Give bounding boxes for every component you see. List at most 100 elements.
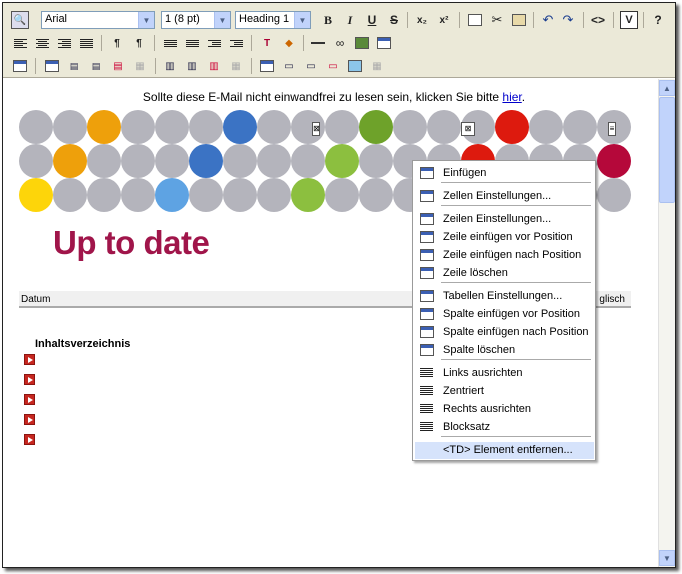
toc-bullet-icon[interactable] [24,394,35,405]
banner-circle [189,110,223,144]
superscript-button[interactable]: x² [435,11,453,29]
source-view-button[interactable]: <> [589,11,607,29]
insert-column-after-icon[interactable]: ▥ [183,57,201,75]
delete-cell-icon[interactable]: ▭ [324,57,342,75]
split-cell-icon[interactable]: ▦ [368,57,386,75]
editor-window: 🔍 Arial ▼ 1 (8 pt) ▼ Heading 1 ▼ B I U S x₂… [2,2,676,568]
table-icon[interactable] [375,34,393,52]
insert-row-before-icon[interactable]: ▤ [65,57,83,75]
underline-button[interactable]: U [363,11,381,29]
outdent-icon[interactable] [205,34,223,52]
banner-circle [19,110,53,144]
banner-circle [325,110,359,144]
table-resize-handle[interactable]: ⊠ [461,122,475,136]
context-menu-item[interactable]: Zentriert [415,383,594,400]
merge-cells-icon[interactable] [346,57,364,75]
insert-row-before-icon [420,230,436,244]
menu-separator [441,282,591,283]
font-name-select[interactable]: Arial ▼ [41,11,155,29]
preview-icon[interactable]: 🔍 [11,11,29,29]
subscript-button[interactable]: x₂ [413,11,431,29]
merge-columns-icon[interactable]: ▦ [227,57,245,75]
chevron-down-icon[interactable]: ▼ [294,12,310,28]
horizontal-rule-icon[interactable] [309,34,327,52]
bullet-list-icon[interactable] [183,34,201,52]
text-color-icon[interactable]: T [258,34,276,52]
banner-circle [87,144,121,178]
insert-cell-before-icon[interactable]: ▭ [280,57,298,75]
insert-row-after-icon [420,248,436,262]
undo-icon[interactable]: ↶ [539,11,557,29]
banner-circle [257,178,291,212]
context-menu-item[interactable]: Blocksatz [415,419,594,436]
align-center-icon[interactable] [33,34,51,52]
bold-button[interactable]: B [319,11,337,29]
context-menu-item[interactable]: Zeile einfügen nach Position [415,247,594,264]
context-menu: Einfügen Zellen Einstellungen... Zeilen Ei… [412,160,596,461]
toc-bullet-icon[interactable] [24,354,35,365]
toc-bullet-icon[interactable] [24,434,35,445]
align-left-icon[interactable] [11,34,29,52]
scroll-up-icon[interactable]: ▲ [659,80,675,96]
menu-separator [441,436,591,437]
context-menu-item[interactable]: <TD> Element entfernen... [415,442,594,459]
insert-row-after-icon[interactable]: ▤ [87,57,105,75]
highlight-icon[interactable]: ◆ [280,34,298,52]
context-menu-item[interactable]: Tabellen Einstellungen... [415,288,594,305]
table-resize-handle[interactable]: ≡ [608,122,616,136]
cell-properties-icon[interactable] [258,57,276,75]
ltr-icon[interactable]: ¶ [108,34,126,52]
rtl-icon[interactable]: ¶ [130,34,148,52]
cut-icon[interactable]: ✂ [488,11,506,29]
font-size-select[interactable]: 1 (8 pt) ▼ [161,11,231,29]
context-menu-item[interactable]: Zeilen Einstellungen... [415,211,594,228]
banner-circle [495,110,529,144]
insert-column-before-icon[interactable]: ▥ [161,57,179,75]
strikethrough-button[interactable]: S [385,11,403,29]
chevron-down-icon[interactable]: ▼ [138,12,154,28]
indent-icon[interactable] [227,34,245,52]
merge-rows-icon[interactable]: ▦ [131,57,149,75]
chevron-down-icon[interactable]: ▼ [214,12,230,28]
table-properties-icon[interactable] [11,57,29,75]
context-menu-item[interactable]: Links ausrichten [415,365,594,382]
numbered-list-icon[interactable] [161,34,179,52]
banner-circle [53,178,87,212]
align-right-icon[interactable] [55,34,73,52]
banner-circle [223,178,257,212]
context-menu-item[interactable]: Einfügen [415,165,594,182]
notice-link[interactable]: hier [502,90,521,104]
paste-icon[interactable] [510,11,528,29]
toc-bullet-icon[interactable] [24,374,35,385]
copy-icon[interactable] [466,11,484,29]
link-icon[interactable]: ∞ [331,34,349,52]
vertical-scrollbar[interactable]: ▲ ▼ [658,79,675,567]
justify-icon[interactable] [77,34,95,52]
italic-button[interactable]: I [341,11,359,29]
context-menu-item[interactable]: Rechts ausrichten [415,401,594,418]
font-name-value: Arial [45,13,68,25]
divider [35,58,36,74]
context-menu-item[interactable]: Spalte einfügen vor Position [415,306,594,323]
row-properties-icon[interactable] [43,57,61,75]
insert-cell-after-icon[interactable]: ▭ [302,57,320,75]
toc-bullet-icon[interactable] [24,414,35,425]
context-menu-item[interactable]: Spalte einfügen nach Position [415,324,594,341]
scroll-thumb[interactable] [659,97,675,203]
scroll-down-icon[interactable]: ▼ [659,550,675,566]
redo-icon[interactable]: ↷ [559,11,577,29]
delete-row-icon[interactable]: ▤ [109,57,127,75]
banner-circle [393,110,427,144]
context-menu-item[interactable]: Zeile löschen [415,265,594,282]
validate-button[interactable]: V [620,11,638,29]
context-menu-item-label: Tabellen Einstellungen... [443,290,563,302]
delete-column-icon[interactable]: ▥ [205,57,223,75]
table-resize-handle[interactable]: ⊠ [312,122,320,136]
context-menu-item[interactable]: Zellen Einstellungen... [415,188,594,205]
context-menu-item[interactable]: Zeile einfügen vor Position [415,229,594,246]
context-menu-item[interactable]: Spalte löschen [415,342,594,359]
image-icon[interactable] [353,34,371,52]
paragraph-style-select[interactable]: Heading 1 ▼ [235,11,311,29]
banner-circle [121,178,155,212]
help-button[interactable]: ? [649,11,667,29]
